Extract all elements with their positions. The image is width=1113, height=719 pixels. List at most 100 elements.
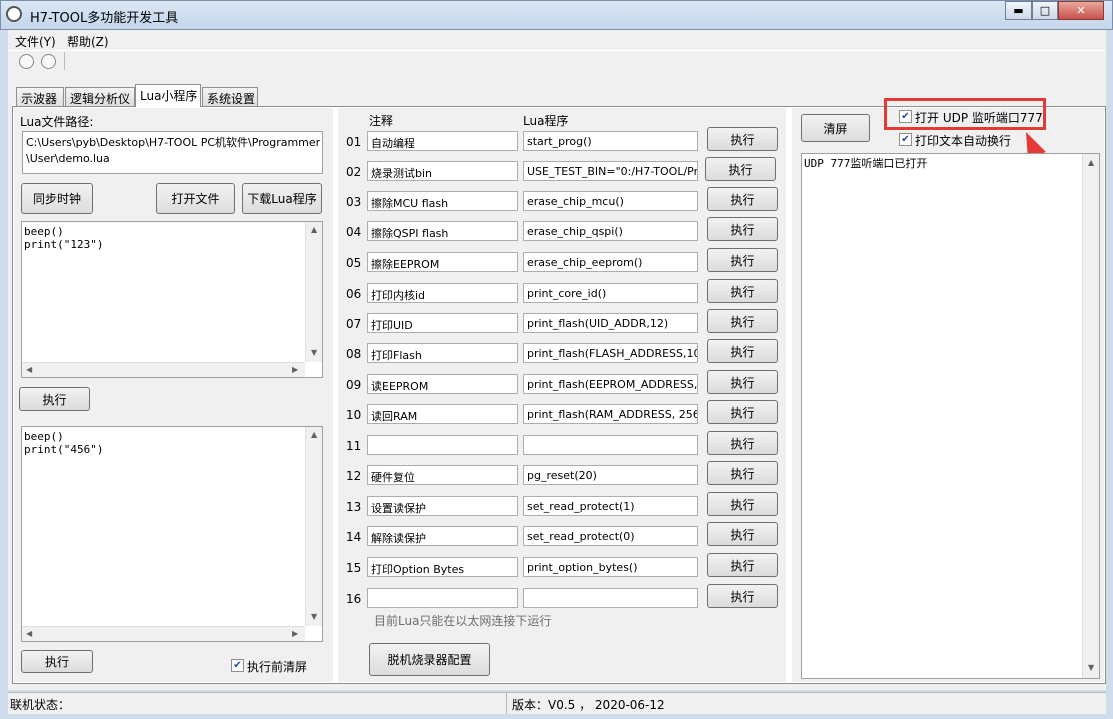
- note-field[interactable]: 擦除QSPI flash: [367, 221, 518, 241]
- lua-program-field[interactable]: print_core_id(): [523, 283, 698, 303]
- note-field[interactable]: 擦除EEPROM: [367, 252, 518, 272]
- tab-logic-analyzer[interactable]: 逻辑分析仪: [65, 87, 135, 107]
- execute-row-button[interactable]: 执行: [707, 339, 778, 363]
- note-field[interactable]: 设置读保护: [367, 496, 518, 516]
- open-file-button[interactable]: 打开文件: [156, 183, 235, 214]
- window-title: H7-TOOL多功能开发工具: [30, 11, 179, 26]
- execute-row-button[interactable]: 执行: [707, 461, 778, 485]
- editor-1-vscrollbar[interactable]: ▲ ▼: [305, 222, 322, 362]
- execute-row-button[interactable]: 执行: [707, 217, 778, 241]
- lua-program-field[interactable]: erase_chip_qspi(): [523, 221, 698, 241]
- note-field[interactable]: 擦除MCU flash: [367, 191, 518, 211]
- ethernet-hint: 目前Lua只能在以太网连接下运行: [374, 614, 552, 628]
- row-number: 06: [346, 287, 362, 301]
- execute-row-button[interactable]: 执行: [707, 553, 778, 577]
- clear-before-checkbox[interactable]: ✔: [231, 659, 244, 672]
- editor-2-hscrollbar[interactable]: ◀ ▶: [22, 626, 305, 641]
- scroll-up-arrow-icon[interactable]: ▲: [311, 225, 317, 234]
- clock-tool-icon[interactable]: [19, 54, 34, 69]
- execute-row-button[interactable]: 执行: [707, 400, 778, 424]
- execute-2-button[interactable]: 执行: [21, 650, 93, 673]
- maximize-button[interactable]: □: [1032, 1, 1058, 20]
- note-field[interactable]: 读回RAM: [367, 404, 518, 424]
- execute-row-button[interactable]: 执行: [705, 157, 776, 181]
- sync-clock-button[interactable]: 同步时钟: [21, 183, 93, 214]
- execute-row-button[interactable]: 执行: [707, 492, 778, 516]
- scroll-down-arrow-icon[interactable]: ▼: [311, 348, 317, 357]
- note-field[interactable]: 读EEPROM: [367, 374, 518, 394]
- output-console[interactable]: UDP 777监听端口已打开 ▲ ▼: [801, 153, 1100, 679]
- editor-1-hscrollbar[interactable]: ◀ ▶: [22, 362, 305, 377]
- scroll-left-arrow-icon[interactable]: ◀: [26, 629, 32, 638]
- execute-row-button[interactable]: 执行: [707, 279, 778, 303]
- scroll-right-arrow-icon[interactable]: ▶: [292, 629, 298, 638]
- lua-path-field[interactable]: C:\Users\pyb\Desktop\H7-TOOL PC机软件\Progr…: [22, 131, 323, 174]
- lua-program-field[interactable]: print_flash(FLASH_ADDRESS,1024,: [523, 343, 698, 363]
- note-field[interactable]: 打印UID: [367, 313, 518, 333]
- download-lua-button[interactable]: 下载Lua程序: [242, 183, 322, 214]
- row-number: 07: [346, 317, 362, 331]
- execute-row-button[interactable]: 执行: [707, 370, 778, 394]
- row-number: 12: [346, 469, 362, 483]
- execute-row-button[interactable]: 执行: [707, 248, 778, 272]
- menu-help[interactable]: 帮助(Z): [67, 33, 109, 50]
- row-number: 03: [346, 195, 362, 209]
- clear-screen-button[interactable]: 清屏: [801, 114, 870, 142]
- minimize-button[interactable]: ▬: [1005, 1, 1032, 20]
- note-field[interactable]: 自动编程: [367, 131, 518, 151]
- version-text: 版本：V0.5 ， 2020-06-12: [512, 698, 665, 712]
- menu-file[interactable]: 文件(Y): [15, 33, 56, 50]
- lua-program-field[interactable]: print_flash(UID_ADDR,12): [523, 313, 698, 333]
- scroll-down-arrow-icon[interactable]: ▼: [311, 612, 317, 621]
- note-field[interactable]: [367, 435, 518, 455]
- scroll-up-arrow-icon[interactable]: ▲: [1088, 158, 1094, 167]
- scroll-down-arrow-icon[interactable]: ▼: [1088, 663, 1094, 672]
- note-field[interactable]: 打印Flash: [367, 343, 518, 363]
- auto-wrap-checkbox[interactable]: ✔: [899, 133, 912, 146]
- lua-program-field[interactable]: [523, 435, 698, 455]
- execute-row-button[interactable]: 执行: [707, 431, 778, 455]
- toolbar: [8, 50, 1106, 72]
- close-button[interactable]: ✕: [1058, 1, 1104, 20]
- lua-program-field[interactable]: pg_reset(20): [523, 465, 698, 485]
- lua-program-field[interactable]: set_read_protect(1): [523, 496, 698, 516]
- execute-1-button[interactable]: 执行: [19, 387, 90, 411]
- output-vscrollbar[interactable]: ▲ ▼: [1082, 154, 1099, 678]
- lua-program-field[interactable]: erase_chip_mcu(): [523, 191, 698, 211]
- lua-program-field[interactable]: start_prog(): [523, 131, 698, 151]
- execute-row-button[interactable]: 执行: [707, 522, 778, 546]
- note-field[interactable]: 解除读保护: [367, 526, 518, 546]
- note-field[interactable]: 打印Option Bytes: [367, 557, 518, 577]
- lua-program-field[interactable]: print_option_bytes(): [523, 557, 698, 577]
- scroll-right-arrow-icon[interactable]: ▶: [292, 365, 298, 374]
- tab-settings[interactable]: 系统设置: [202, 87, 258, 107]
- app-clock-icon: [6, 6, 22, 22]
- lua-editor-1[interactable]: beep() print("123") ▲ ▼ ◀ ▶: [21, 221, 323, 378]
- execute-row-button[interactable]: 执行: [707, 309, 778, 333]
- tab-oscilloscope[interactable]: 示波器: [16, 87, 64, 107]
- lua-program-field[interactable]: erase_chip_eeprom(): [523, 252, 698, 272]
- execute-row-button[interactable]: 执行: [707, 584, 778, 608]
- scroll-up-arrow-icon[interactable]: ▲: [311, 430, 317, 439]
- note-field[interactable]: 打印内核id: [367, 283, 518, 303]
- lua-program-field[interactable]: USE_TEST_BIN="0:/H7-TOOL/Prog: [523, 161, 698, 181]
- scroll-left-arrow-icon[interactable]: ◀: [26, 365, 32, 374]
- lua-editor-2[interactable]: beep() print("456") ▲ ▼ ◀ ▶: [21, 426, 323, 642]
- note-field[interactable]: [367, 588, 518, 608]
- tab-lua[interactable]: Lua小程序: [135, 84, 201, 107]
- lua-program-field[interactable]: print_flash(RAM_ADDRESS, 256): [523, 404, 698, 424]
- note-field[interactable]: 烧录测试bin: [367, 161, 518, 181]
- status-divider: [506, 692, 507, 714]
- offline-config-button[interactable]: 脱机烧录器配置: [369, 643, 490, 676]
- execute-row-button[interactable]: 执行: [707, 127, 778, 151]
- execute-row-button[interactable]: 执行: [707, 187, 778, 211]
- editor-2-vscrollbar[interactable]: ▲ ▼: [305, 427, 322, 626]
- note-field[interactable]: 硬件复位: [367, 465, 518, 485]
- lua-program-field[interactable]: print_flash(EEPROM_ADDRESS, 25(: [523, 374, 698, 394]
- lua-program-field[interactable]: set_read_protect(0): [523, 526, 698, 546]
- lua-editor-1-text: beep() print("123"): [24, 225, 104, 251]
- row-number: 13: [346, 500, 362, 514]
- clock-tool-icon-2[interactable]: [41, 54, 56, 69]
- row-number: 01: [346, 135, 362, 149]
- lua-program-field[interactable]: [523, 588, 698, 608]
